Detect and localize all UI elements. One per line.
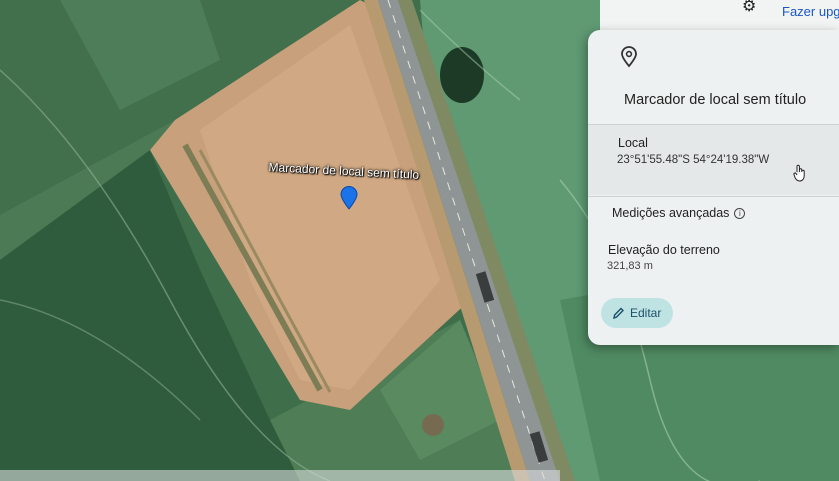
edit-label: Editar — [630, 306, 662, 320]
edit-button[interactable]: Editar — [601, 298, 673, 328]
gear-icon[interactable]: ⚙ — [742, 0, 762, 14]
elevation-label: Elevação do terreno — [608, 243, 720, 257]
info-icon[interactable]: i — [734, 208, 746, 219]
map-pin-icon[interactable] — [340, 186, 358, 210]
coordinates-text[interactable]: 23°51'55.48"S 54°24'19.38"W — [617, 154, 769, 166]
advanced-measurements-label: Medições avançadas — [612, 206, 730, 220]
panel-title: Marcador de local sem título — [624, 92, 807, 108]
place-panel: Marcador de local sem título Local 23°51… — [588, 30, 839, 345]
divider — [588, 196, 839, 197]
location-label: Local — [618, 136, 648, 150]
pencil-icon — [613, 307, 624, 320]
hand-cursor-icon — [793, 164, 805, 182]
pin-icon — [621, 46, 637, 68]
upgrade-link[interactable]: Fazer upgra — [782, 4, 839, 19]
elevation-value: 321,83 m — [607, 260, 653, 272]
advanced-measurements[interactable]: Medições avançadas i — [612, 206, 746, 220]
